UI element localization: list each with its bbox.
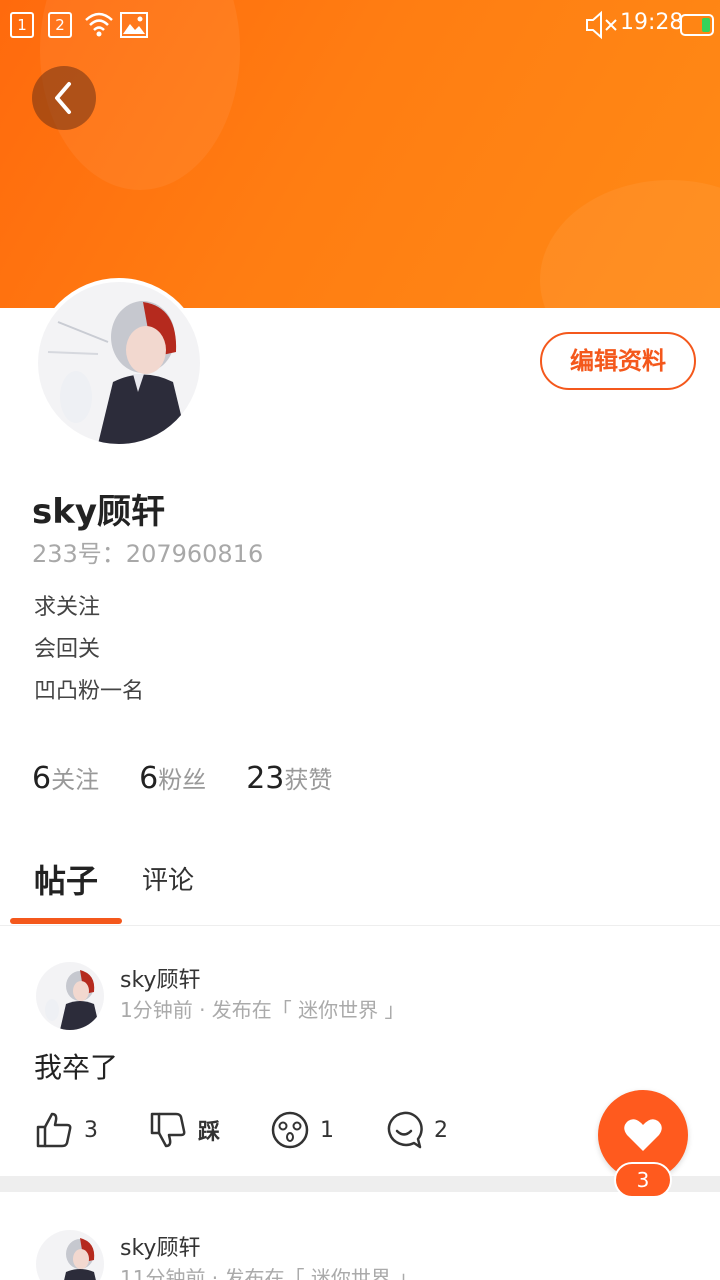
- tab-posts[interactable]: 帖子: [34, 856, 98, 902]
- dislike-button[interactable]: 踩: [148, 1110, 220, 1150]
- profile-uid: 233号：207960816: [32, 540, 264, 568]
- post-author[interactable]: sky顾轩: [120, 1230, 200, 1262]
- post-actions: 3 踩 1 2: [34, 1110, 498, 1150]
- reaction-count: 1: [320, 1117, 335, 1143]
- profile-username: sky顾轩: [32, 492, 166, 532]
- post-divider: [0, 1176, 720, 1192]
- dizzy-face-icon: [271, 1111, 309, 1149]
- bio-line: 求关注: [34, 595, 101, 620]
- status-time: 19:28: [620, 10, 684, 35]
- comment-bubble-icon: [387, 1111, 423, 1149]
- profile-bio: 求关注 会回关 凹凸粉一名: [34, 592, 144, 718]
- edit-profile-button[interactable]: 编辑资料: [540, 332, 696, 390]
- post-author[interactable]: sky顾轩: [120, 962, 200, 994]
- wifi-icon: [85, 12, 113, 37]
- image-icon: [120, 12, 148, 38]
- stat-followers[interactable]: 6粉丝: [139, 760, 206, 796]
- avatar-image: [38, 282, 200, 444]
- floating-like-count: 3: [614, 1162, 672, 1198]
- thumbs-down-icon: [150, 1112, 186, 1148]
- chevron-left-icon: [55, 82, 71, 114]
- stat-value: 23: [246, 761, 285, 796]
- like-count: 3: [84, 1117, 98, 1143]
- tab-active-indicator: [10, 918, 122, 924]
- comment-count: 2: [434, 1117, 449, 1143]
- post-avatar[interactable]: [36, 962, 104, 1030]
- profile-avatar[interactable]: [34, 278, 204, 448]
- stat-label: 粉丝: [158, 766, 207, 794]
- avatar-image: [36, 962, 104, 1030]
- bio-line: 凹凸粉一名: [34, 679, 145, 704]
- stat-following[interactable]: 6关注: [32, 760, 99, 796]
- post-avatar[interactable]: [36, 1230, 104, 1280]
- stat-value: 6: [139, 761, 159, 796]
- bio-line: 会回关: [34, 637, 101, 662]
- stat-likes: 23获赞: [246, 760, 332, 796]
- post-meta: 11分钟前 · 发布在「 迷你世界 」: [120, 1266, 418, 1280]
- battery-icon: [680, 14, 714, 36]
- dislike-label: 踩: [198, 1120, 221, 1145]
- stat-label: 获赞: [284, 766, 333, 794]
- heart-icon: [624, 1119, 662, 1151]
- back-button[interactable]: [32, 66, 96, 130]
- comment-button[interactable]: 2: [384, 1110, 448, 1150]
- post-meta: 1分钟前 · 发布在「 迷你世界 」: [120, 998, 405, 1022]
- reaction-button[interactable]: 1: [270, 1110, 334, 1150]
- stat-label: 关注: [51, 766, 100, 794]
- mute-icon: [586, 10, 617, 40]
- sim2-icon: 2: [48, 12, 72, 38]
- post-content: 我卒了: [34, 1051, 119, 1084]
- avatar-image: [36, 1230, 104, 1280]
- sim1-icon: 1: [10, 12, 34, 38]
- profile-stats: 6关注 6粉丝 23获赞: [32, 760, 332, 796]
- thumbs-up-icon: [36, 1112, 72, 1148]
- profile-tabs: 帖子 评论: [0, 846, 720, 926]
- status-bar: 1 2 19:28: [0, 0, 720, 50]
- banner-decoration: [540, 180, 720, 308]
- stat-value: 6: [32, 761, 52, 796]
- like-button[interactable]: 3: [34, 1110, 98, 1150]
- tab-comments[interactable]: 评论: [142, 860, 194, 897]
